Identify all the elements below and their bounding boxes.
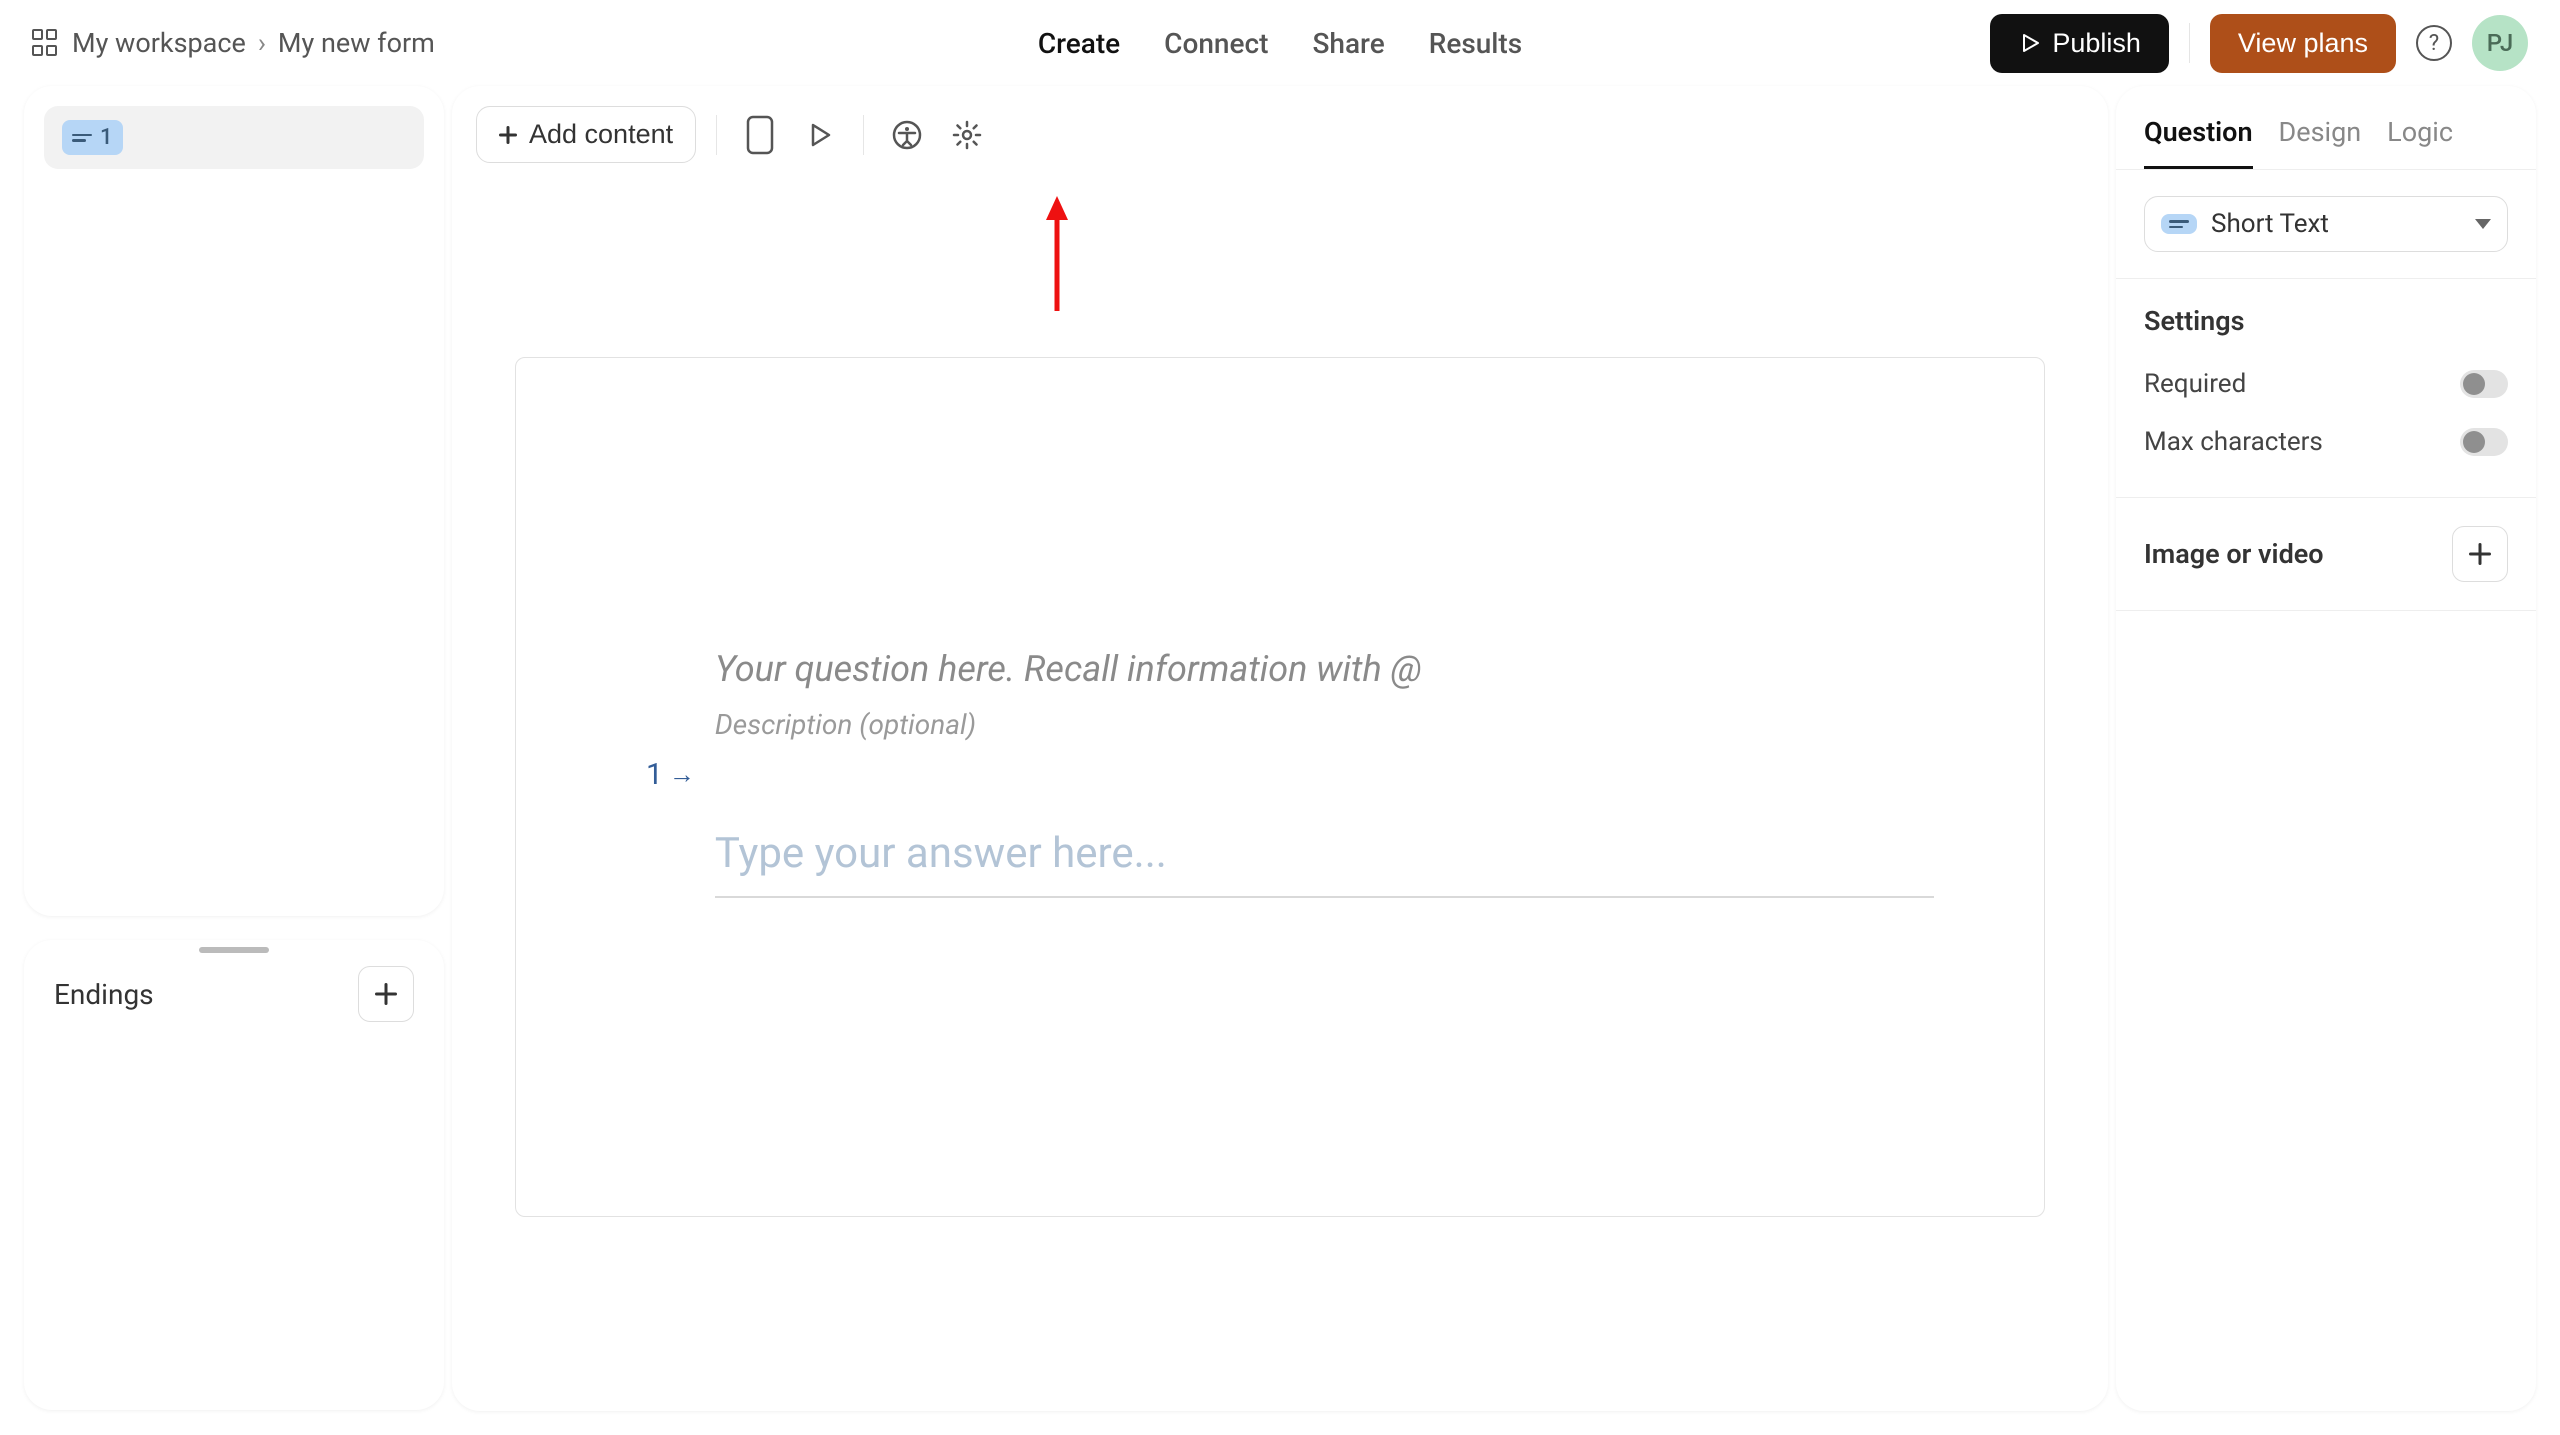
maxchars-toggle[interactable] [2460, 428, 2508, 456]
question-type-section: Short Text [2116, 170, 2536, 279]
settings-section: Settings Required Max characters [2116, 279, 2536, 498]
canvas-toolbar: Add content [452, 86, 2108, 183]
nav-create[interactable]: Create [1038, 27, 1120, 60]
settings-gear-icon[interactable] [944, 112, 990, 158]
chevron-right-icon: › [258, 27, 266, 59]
question-canvas[interactable]: 1 → Your question here. Recall informati… [515, 357, 2045, 1217]
right-panel-tabs: Question Design Logic [2116, 96, 2536, 170]
required-toggle[interactable] [2460, 370, 2508, 398]
preview-play-icon[interactable] [797, 112, 843, 158]
view-plans-button[interactable]: View plans [2210, 14, 2396, 73]
add-media-button[interactable] [2452, 526, 2508, 582]
required-label: Required [2144, 369, 2246, 399]
help-icon[interactable]: ? [2416, 25, 2452, 61]
answer-input[interactable] [715, 819, 1934, 898]
main: 1 Endings Add content [0, 86, 2560, 1435]
annotation-arrow-icon [1042, 196, 1072, 316]
divider [2189, 23, 2190, 63]
add-ending-button[interactable] [358, 966, 414, 1022]
header-actions: Publish View plans ? PJ [1990, 14, 2528, 73]
question-type-select[interactable]: Short Text [2144, 196, 2508, 252]
media-label: Image or video [2144, 538, 2324, 570]
question-description-input[interactable]: Description (optional) [715, 708, 1934, 741]
nav-results[interactable]: Results [1429, 27, 1522, 60]
plus-icon [499, 126, 517, 144]
arrow-right-icon: → [669, 759, 695, 790]
plus-icon [2469, 543, 2491, 565]
settings-heading: Settings [2144, 305, 2508, 337]
short-text-badge: 1 [62, 120, 123, 155]
media-section: Image or video [2116, 498, 2536, 611]
divider [863, 115, 864, 155]
plus-icon [375, 983, 397, 1005]
tab-logic[interactable]: Logic [2387, 116, 2453, 169]
question-thumb-number: 1 [100, 125, 113, 150]
question-title-input[interactable]: Your question here. Recall information w… [715, 648, 1934, 690]
questions-list-card: 1 [24, 86, 444, 916]
publish-button[interactable]: Publish [1990, 14, 2169, 73]
avatar[interactable]: PJ [2472, 15, 2528, 71]
short-text-icon [72, 134, 92, 142]
view-plans-label: View plans [2238, 28, 2368, 59]
nav-share[interactable]: Share [1312, 27, 1384, 60]
canvas-wrap: 1 → Your question here. Recall informati… [452, 183, 2108, 1411]
left-panel: 1 Endings [24, 86, 444, 1411]
add-content-button[interactable]: Add content [476, 106, 696, 163]
mobile-preview-icon[interactable] [737, 112, 783, 158]
question-type-label: Short Text [2211, 209, 2461, 239]
accessibility-icon[interactable] [884, 112, 930, 158]
resize-handle[interactable] [199, 947, 269, 953]
endings-card: Endings [24, 940, 444, 1410]
endings-heading: Endings [54, 978, 154, 1011]
top-nav: Create Connect Share Results [1038, 27, 1522, 60]
divider [716, 115, 717, 155]
canvas-panel: Add content [452, 86, 2108, 1411]
nav-connect[interactable]: Connect [1164, 27, 1268, 60]
question-thumb-1[interactable]: 1 [44, 106, 424, 169]
breadcrumb-form[interactable]: My new form [278, 27, 435, 59]
tab-question[interactable]: Question [2144, 116, 2253, 169]
maxchars-label: Max characters [2144, 427, 2323, 457]
publish-label: Publish [2052, 28, 2141, 59]
breadcrumb: My workspace › My new form [32, 27, 435, 59]
right-panel: Question Design Logic Short Text Setting… [2116, 86, 2536, 1411]
question-number: 1 → [646, 648, 695, 898]
breadcrumb-workspace[interactable]: My workspace [72, 27, 246, 59]
chevron-down-icon [2475, 219, 2491, 229]
header: My workspace › My new form Create Connec… [0, 0, 2560, 86]
short-text-badge [2161, 214, 2197, 234]
tab-design[interactable]: Design [2279, 116, 2362, 169]
short-text-icon [2169, 220, 2189, 228]
workspace-grid-icon[interactable] [32, 29, 60, 57]
play-icon [2018, 31, 2042, 55]
add-content-label: Add content [529, 119, 673, 150]
